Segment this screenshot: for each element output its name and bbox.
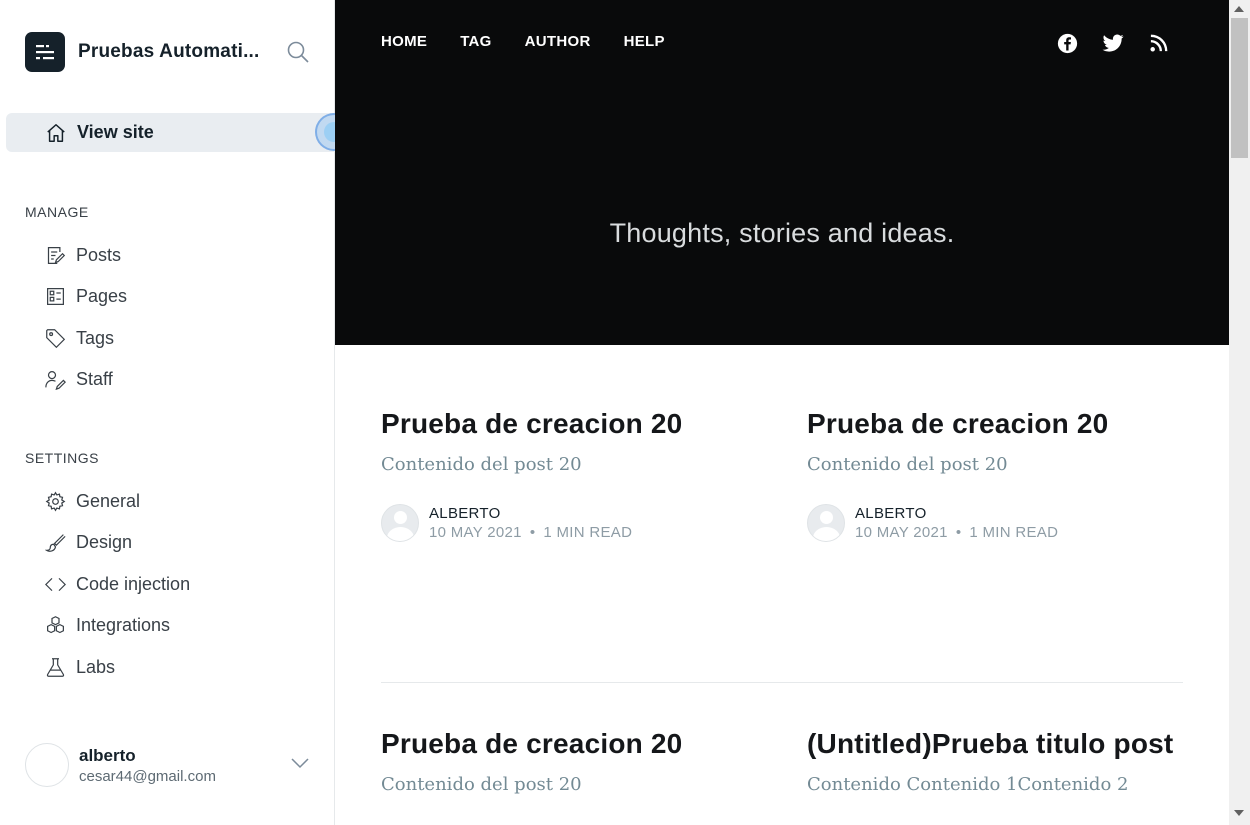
gear-icon xyxy=(45,491,66,511)
brand[interactable]: Pruebas Automati... xyxy=(25,32,263,72)
sidebar-item-staff[interactable]: Staff xyxy=(45,364,113,394)
staff-icon xyxy=(45,370,66,390)
tag-icon xyxy=(46,328,66,348)
sidebar-item-pages[interactable]: Pages xyxy=(45,281,127,311)
scroll-down-arrow[interactable] xyxy=(1234,810,1244,816)
post-date-line: 10 MAY 2021 • 1 MIN READ xyxy=(429,524,632,541)
meta-separator: • xyxy=(529,524,536,541)
rss-icon[interactable] xyxy=(1147,31,1171,55)
post-card[interactable]: Prueba de creacion 20 Contenido del post… xyxy=(381,728,761,795)
nav-tag[interactable]: TAG xyxy=(460,33,491,50)
site-header: HOME TAG AUTHOR HELP Thoughts, stories a… xyxy=(335,0,1229,345)
post-title[interactable]: Prueba de creacion 20 xyxy=(807,408,1187,440)
user-menu[interactable]: alberto cesar44@gmail.com xyxy=(25,743,216,787)
post-card[interactable]: (Untitled)Prueba titulo post Contenido C… xyxy=(807,728,1187,795)
post-excerpt: Contenido del post 20 xyxy=(381,454,582,475)
sidebar-item-design[interactable]: Design xyxy=(45,527,132,557)
posts-icon xyxy=(47,246,66,264)
site-title: Pruebas Automati... xyxy=(78,41,260,62)
sidebar-item-tags[interactable]: Tags xyxy=(45,323,114,353)
sidebar-item-posts[interactable]: Posts xyxy=(45,240,121,270)
post-title[interactable]: Prueba de creacion 20 xyxy=(381,728,761,760)
post-card[interactable]: Prueba de creacion 20 Contenido del post… xyxy=(807,408,1187,542)
sidebar-item-label: Pages xyxy=(76,285,128,306)
search-icon[interactable] xyxy=(286,40,310,64)
post-excerpt: Contenido del post 20 xyxy=(807,454,1008,475)
post-read-time: 1 MIN READ xyxy=(543,524,633,541)
vertical-scrollbar[interactable] xyxy=(1229,0,1250,825)
site-logo-icon xyxy=(25,32,65,72)
code-icon xyxy=(45,577,66,591)
post-read-time: 1 MIN READ xyxy=(969,524,1059,541)
post-date: 10 MAY 2021 xyxy=(855,524,948,541)
manage-heading: MANAGE xyxy=(25,204,89,220)
user-email: cesar44@gmail.com xyxy=(79,767,216,785)
author-avatar[interactable] xyxy=(381,504,419,542)
sidebar-item-label: General xyxy=(76,490,141,511)
settings-heading: SETTINGS xyxy=(25,450,100,466)
twitter-icon[interactable] xyxy=(1101,31,1125,55)
site-tagline: Thoughts, stories and ideas. xyxy=(609,218,955,248)
integrations-icon xyxy=(47,615,64,633)
post-date-line: 10 MAY 2021 • 1 MIN READ xyxy=(855,524,1058,541)
sidebar-item-labs[interactable]: Labs xyxy=(45,652,115,682)
scroll-up-arrow[interactable] xyxy=(1234,6,1244,12)
post-meta: ALBERTO 10 MAY 2021 • 1 MIN READ xyxy=(381,504,632,542)
post-title[interactable]: (Untitled)Prueba titulo post xyxy=(807,728,1187,760)
nav-help[interactable]: HELP xyxy=(624,33,665,50)
sidebar-item-label: Integrations xyxy=(76,614,171,635)
home-icon xyxy=(47,123,65,142)
sidebar-item-label: Labs xyxy=(76,656,116,677)
nav-author[interactable]: AUTHOR xyxy=(525,33,591,50)
sidebar-item-general[interactable]: General xyxy=(45,486,140,516)
nav-home[interactable]: HOME xyxy=(381,33,427,50)
scroll-thumb[interactable] xyxy=(1231,18,1248,158)
post-excerpt: Contenido Contenido 1Contenido 2 xyxy=(807,774,1129,795)
meta-separator: • xyxy=(955,524,962,541)
facebook-icon[interactable] xyxy=(1055,31,1079,55)
sidebar-item-label: Code injection xyxy=(76,573,191,594)
sidebar-item-code-injection[interactable]: Code injection xyxy=(45,569,190,599)
sidebar-item-label: Posts xyxy=(76,244,122,265)
sidebar-item-label: Design xyxy=(76,531,133,552)
site-nav: HOME TAG AUTHOR HELP xyxy=(381,33,698,50)
author-avatar[interactable] xyxy=(807,504,845,542)
pages-icon xyxy=(47,287,64,305)
sidebar-item-label: Staff xyxy=(76,368,113,389)
chevron-down-icon[interactable] xyxy=(290,756,310,770)
post-author[interactable]: ALBERTO xyxy=(429,505,632,522)
post-divider xyxy=(381,682,1183,683)
sidebar-item-label: Tags xyxy=(76,327,115,348)
post-author[interactable]: ALBERTO xyxy=(855,505,1058,522)
post-date: 10 MAY 2021 xyxy=(429,524,522,541)
view-site-label: View site xyxy=(77,122,154,142)
post-title[interactable]: Prueba de creacion 20 xyxy=(381,408,761,440)
avatar xyxy=(25,743,69,787)
user-name: alberto xyxy=(79,745,136,765)
flask-icon xyxy=(46,657,65,677)
view-site-link[interactable]: View site xyxy=(6,113,335,152)
post-meta: ALBERTO 10 MAY 2021 • 1 MIN READ xyxy=(807,504,1058,542)
post-card[interactable]: Prueba de creacion 20 Contenido del post… xyxy=(381,408,761,542)
post-excerpt: Contenido del post 20 xyxy=(381,774,582,795)
sidebar-item-integrations[interactable]: Integrations xyxy=(45,610,170,640)
brush-icon xyxy=(45,533,66,552)
site-preview: HOME TAG AUTHOR HELP Thoughts, stories a… xyxy=(335,0,1229,825)
admin-sidebar: Pruebas Automati... View site MANAGE Pos… xyxy=(0,0,353,825)
